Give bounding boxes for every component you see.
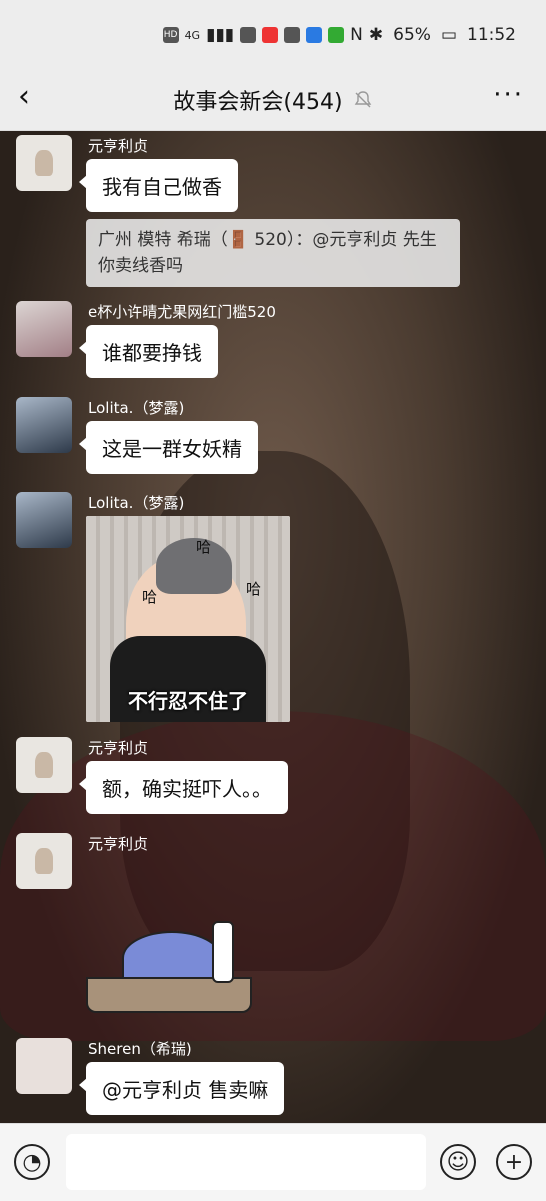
chat-title-wrap: 故事会新会(454) — [173, 84, 372, 116]
meme-ha-2: 哈 — [142, 588, 158, 606]
message-bubble[interactable]: 这是一群女妖精 — [79, 421, 258, 474]
meme-caption: 不行忍不住了 — [128, 689, 248, 713]
avatar[interactable] — [16, 492, 72, 548]
battery-icon: ▭ — [440, 25, 457, 45]
input-bar: ◔ ☺ + — [0, 1123, 546, 1201]
emoji-icon[interactable]: ☺ — [440, 1144, 476, 1180]
meme-ha-3: 哈 — [246, 580, 262, 598]
plus-icon[interactable]: + — [496, 1144, 532, 1180]
message-bubble[interactable]: 我有自己做香 — [79, 159, 238, 212]
avatar[interactable] — [16, 1038, 72, 1094]
meme-ha-1: 哈 — [196, 538, 212, 556]
message-bubble[interactable]: 额，确实挺吓人。。 — [79, 761, 288, 814]
message-input[interactable] — [66, 1134, 426, 1190]
nfc-icon: N — [350, 25, 363, 45]
message-bubble[interactable]: 谁都要挣钱 — [79, 325, 218, 378]
red-app-icon — [262, 27, 279, 43]
sender-name: 元亨利贞 — [88, 739, 149, 757]
chat-header: ‹ 故事会新会(454) ··· — [0, 70, 546, 131]
avatar[interactable] — [16, 301, 72, 357]
sender-name: Lolita.（梦露) — [88, 399, 185, 417]
avatar[interactable] — [16, 737, 72, 793]
bluetooth-icon: ✱ — [368, 25, 384, 45]
wechat-icon — [328, 27, 345, 43]
sender-name: 元亨利贞 — [88, 835, 149, 853]
chevron-left-icon[interactable]: ‹ — [18, 82, 30, 112]
meme-image[interactable]: 哈 哈 哈 不行忍不住了 — [86, 516, 290, 722]
avatar[interactable] — [16, 833, 72, 889]
sender-name: Sheren（希瑞) — [88, 1040, 192, 1058]
chat-area[interactable]: 元亨利贞 我有自己做香 广州 模特 希瑞（🚪 520）：@元亨利贞 先生你卖线香… — [0, 131, 546, 1123]
sender-name: e杯小许晴尤果网红门槛520 — [88, 303, 276, 321]
network-label: 4G — [184, 28, 201, 42]
clock: 11:52 — [467, 25, 516, 45]
chat-title: 故事会新会(454) — [173, 90, 343, 115]
app-icon — [240, 27, 257, 43]
sender-name: Lolita.（梦露) — [88, 494, 185, 512]
status-icons: HD 4G ▮▮▮ N ✱ — [162, 25, 384, 45]
battery-percent: 65% — [393, 25, 431, 45]
signal-icon: ▮▮▮ — [206, 25, 235, 45]
avatar[interactable] — [16, 135, 72, 191]
status-bar: HD 4G ▮▮▮ N ✱ 65% ▭ 11:52 — [0, 0, 546, 70]
quote-reply[interactable]: 广州 模特 希瑞（🚪 520）：@元亨利贞 先生你卖线香吗 — [86, 219, 460, 287]
sticker-icon[interactable] — [86, 921, 252, 1023]
message-bubble[interactable]: @元亨利贞 售卖嘛 — [78, 1062, 285, 1115]
avatar[interactable] — [16, 397, 72, 453]
app2-icon — [284, 27, 301, 43]
voice-icon[interactable]: ◔ — [14, 1144, 50, 1180]
hd-icon: HD — [162, 27, 179, 43]
sender-name: 元亨利贞 — [88, 137, 149, 155]
bell-off-icon — [354, 91, 371, 108]
blue-app-icon — [306, 27, 323, 43]
more-icon[interactable]: ··· — [493, 80, 524, 110]
